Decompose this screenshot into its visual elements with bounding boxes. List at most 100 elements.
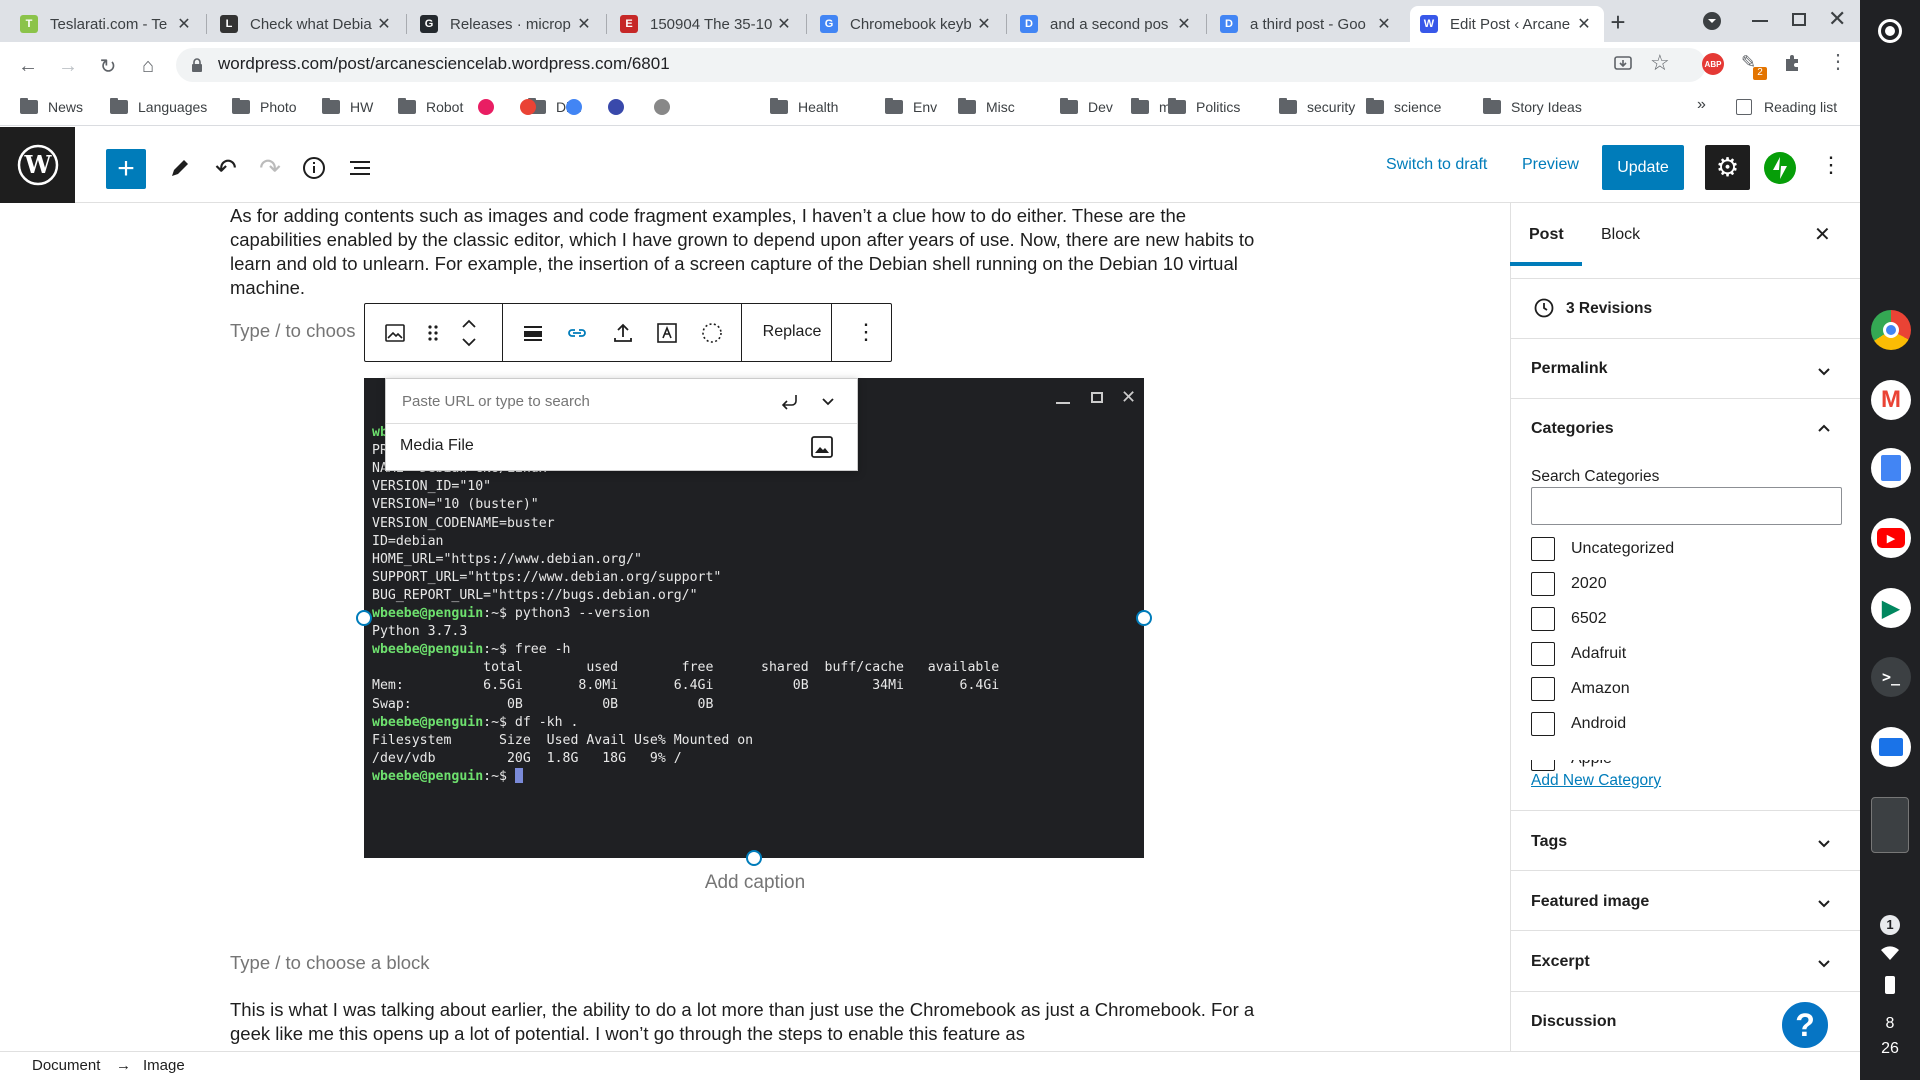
switch-to-draft-button[interactable]: Switch to draft (1386, 156, 1487, 174)
tab-close-icon[interactable]: ✕ (974, 14, 994, 34)
category-checkbox[interactable] (1531, 537, 1555, 561)
bookmark-item[interactable]: security (1279, 96, 1355, 118)
preview-button[interactable]: Preview (1522, 156, 1579, 174)
paragraph-block[interactable]: As for adding contents such as images an… (230, 204, 1270, 300)
browser-tab[interactable]: G Releases · microp ✕ (410, 6, 604, 42)
drag-handle-icon[interactable] (419, 319, 447, 347)
category-checkbox[interactable] (1531, 642, 1555, 666)
bookmark-item[interactable]: News (20, 96, 83, 118)
image-block-icon[interactable] (381, 319, 409, 347)
terminal-app-icon[interactable]: >_ (1871, 657, 1911, 697)
bookmark-star-icon[interactable]: ☆ (1650, 50, 1670, 76)
category-option[interactable]: Uncategorized (1531, 537, 1674, 561)
battery-icon[interactable] (1885, 976, 1895, 994)
text-overlay-icon[interactable] (653, 319, 681, 347)
url-text[interactable]: wordpress.com/post/arcanesciencelab.word… (218, 54, 670, 74)
move-up-down-icon[interactable] (455, 315, 483, 351)
back-icon[interactable]: ← (14, 52, 42, 80)
breadcrumb-document[interactable]: Document (32, 1057, 100, 1074)
extensions-puzzle-icon[interactable] (1782, 53, 1802, 73)
image-caption[interactable]: Add caption (700, 872, 810, 894)
maximize-icon[interactable] (1792, 13, 1806, 26)
category-option[interactable]: Adafruit (1531, 642, 1626, 666)
media-file-option[interactable]: Media File (400, 437, 474, 455)
chrome-app-icon[interactable] (1871, 310, 1911, 350)
tab-close-icon[interactable]: ✕ (574, 14, 594, 34)
discussion-title[interactable]: Discussion (1531, 1013, 1616, 1031)
browser-menu-icon[interactable]: ⋮ (1828, 52, 1848, 72)
home-icon[interactable]: ⌂ (134, 52, 162, 80)
category-checkbox[interactable] (1531, 607, 1555, 631)
permalink-title[interactable]: Permalink (1531, 360, 1607, 378)
google-docs-app-icon[interactable] (1871, 448, 1911, 488)
bookmark-item[interactable]: Dev (1060, 96, 1113, 118)
bookmarks-more[interactable]: » (1697, 96, 1706, 114)
excerpt-title[interactable]: Excerpt (1531, 953, 1590, 971)
minimize-icon[interactable] (1752, 20, 1768, 22)
bookmark-item[interactable]: HW (322, 96, 373, 118)
list-view-icon[interactable] (344, 152, 376, 184)
crop-circle-icon[interactable] (698, 319, 726, 347)
lock-icon[interactable] (191, 58, 203, 72)
bookmark-item[interactable]: Env (885, 96, 937, 118)
add-new-category-link[interactable]: Add New Category (1531, 772, 1661, 790)
apple-favicon-icon[interactable] (654, 99, 670, 115)
youtube-app-icon[interactable]: ▶ (1871, 518, 1911, 558)
help-icon[interactable]: ? (1780, 1000, 1830, 1050)
add-block-button[interactable]: + (106, 149, 146, 189)
tab-close-icon[interactable]: ✕ (1574, 14, 1594, 34)
gmail-app-icon[interactable]: M (1871, 380, 1911, 420)
jetpack-icon[interactable] (1764, 152, 1796, 184)
tab-search-icon[interactable] (1703, 12, 1721, 30)
tab-close-icon[interactable]: ✕ (1374, 14, 1394, 34)
tab-close-icon[interactable]: ✕ (174, 14, 194, 34)
dots-favicon-icon[interactable] (478, 99, 494, 115)
block-placeholder-full[interactable]: Type / to choose a block (230, 952, 430, 974)
new-tab-button[interactable]: + (1603, 8, 1633, 38)
bookmark-item[interactable]: Misc (958, 96, 1015, 118)
terminal-window-thumbnail[interactable] (1871, 797, 1909, 853)
replace-button[interactable]: Replace (753, 323, 831, 341)
tab-close-icon[interactable]: ✕ (774, 14, 794, 34)
revisions-row[interactable] (1510, 279, 1860, 339)
category-checkbox[interactable] (1531, 677, 1555, 701)
notification-count-badge[interactable]: 1 (1880, 915, 1900, 935)
browser-tab[interactable]: L Check what Debia ✕ (210, 6, 404, 42)
redo-icon[interactable]: ↷ (254, 152, 286, 184)
upload-icon[interactable] (609, 319, 637, 347)
search-categories-input[interactable] (1531, 487, 1842, 525)
play-store-app-icon[interactable]: ▶ (1871, 588, 1911, 628)
link-url-input[interactable] (386, 379, 776, 423)
revisions-label[interactable]: 3 Revisions (1566, 300, 1652, 318)
media-file-image-icon[interactable] (810, 435, 834, 459)
permalink-chevron-down-icon[interactable] (1814, 361, 1834, 381)
category-option[interactable]: 6502 (1531, 607, 1607, 631)
editor-options-icon[interactable]: ⋮ (1820, 154, 1842, 176)
reading-list-button[interactable]: Reading list (1736, 96, 1837, 118)
category-checkbox[interactable] (1531, 572, 1555, 596)
google-favicon-icon[interactable] (566, 99, 582, 115)
block-placeholder[interactable]: Type / to choos (230, 320, 355, 342)
bookmark-item[interactable]: Politics (1168, 96, 1240, 118)
browser-tab[interactable]: G Chromebook keyb ✕ (810, 6, 1004, 42)
browser-tab[interactable]: Da third post - Goo ✕ (1210, 6, 1404, 42)
browser-tab[interactable]: E 150904 The 35-10 ✕ (610, 6, 804, 42)
bookmark-item[interactable]: science (1366, 96, 1441, 118)
featured-image-chevron-down-icon[interactable] (1814, 893, 1834, 913)
block-options-icon[interactable]: ⋮ (855, 321, 877, 343)
bookmark-item[interactable]: Photo (232, 96, 297, 118)
category-option[interactable]: Amazon (1531, 677, 1630, 701)
settings-gear-icon[interactable]: ⚙ (1705, 145, 1750, 190)
bookmark-item[interactable]: Story Ideas (1483, 96, 1582, 118)
adblock-icon[interactable]: ABP (1702, 53, 1724, 75)
tab-close-icon[interactable]: ✕ (1174, 14, 1194, 34)
files-app-icon[interactable] (1871, 727, 1911, 767)
categories-chevron-up-icon[interactable] (1814, 418, 1834, 438)
resize-handle-left[interactable] (356, 610, 372, 626)
wordpress-logo-icon[interactable]: W (0, 127, 75, 203)
bookmark-item[interactable]: Health (770, 96, 838, 118)
link-options-chevron-icon[interactable] (816, 389, 840, 413)
reload-icon[interactable]: ↻ (94, 52, 122, 80)
category-checkbox[interactable] (1531, 712, 1555, 736)
close-window-icon[interactable]: ✕ (1828, 6, 1846, 32)
